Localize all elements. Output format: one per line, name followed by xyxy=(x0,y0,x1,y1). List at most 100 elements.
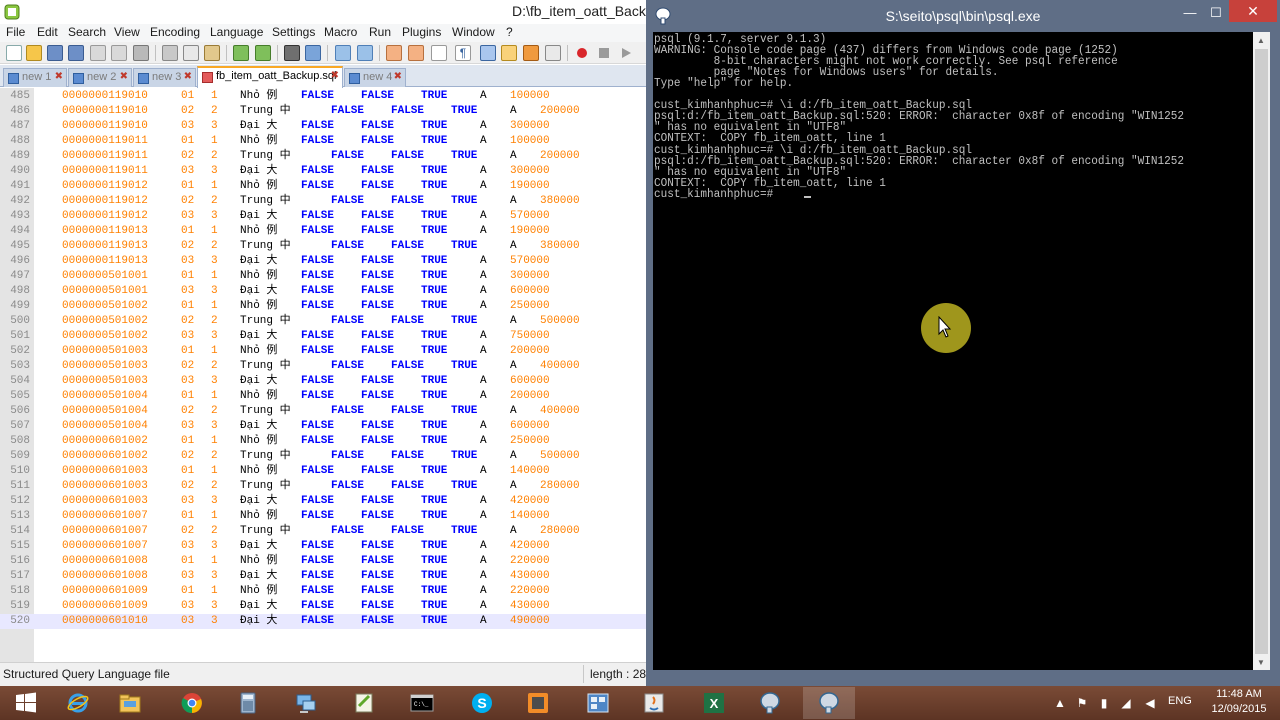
scroll-thumb[interactable] xyxy=(1255,49,1268,654)
minimize-button[interactable]: — xyxy=(1176,4,1204,22)
code-line[interactable]: 505 0000000501004 01 1 Nhỏ 例 FALSE FALSE TRUE A 2… xyxy=(0,389,646,404)
code-line[interactable]: 514 0000000601007 02 2 Trung 中 FALSE FALSE TRUE… xyxy=(0,524,646,539)
console-scrollbar[interactable]: ▲ ▼ xyxy=(1253,32,1270,670)
taskbar-network-manager[interactable] xyxy=(572,687,624,719)
code-line[interactable]: 499 0000000501002 01 1 Nhỏ 例 FALSE FALSE TRUE A 2… xyxy=(0,299,646,314)
taskbar-excel[interactable]: X xyxy=(688,687,740,719)
open-file-icon[interactable] xyxy=(26,45,42,61)
close-icon[interactable]: ✖ xyxy=(394,71,402,82)
code-line[interactable]: 513 0000000601007 01 1 Nhỏ 例 FALSE FALSE TRUE A 1… xyxy=(0,509,646,524)
language-icon[interactable] xyxy=(501,45,517,61)
code-line[interactable]: 502 0000000501003 01 1 Nhỏ 例 FALSE FALSE TRUE A 2… xyxy=(0,344,646,359)
code-line[interactable]: 500 0000000501002 02 2 Trung 中 FALSE FALSE TRUE… xyxy=(0,314,646,329)
code-line[interactable]: 508 0000000601002 01 1 Nhỏ 例 FALSE FALSE TRUE A 2… xyxy=(0,434,646,449)
scroll-down-icon[interactable]: ▼ xyxy=(1257,658,1265,667)
code-line[interactable]: 491 0000000119012 01 1 Nhỏ 例 FALSE FALSE TRUE A 1… xyxy=(0,179,646,194)
code-line[interactable]: 492 0000000119012 02 2 Trung 中 FALSE FALSE TRUE… xyxy=(0,194,646,209)
word-wrap-icon[interactable] xyxy=(431,45,447,61)
menu-edit[interactable]: Edit xyxy=(37,25,58,39)
find-icon[interactable] xyxy=(284,45,300,61)
tab-new-3[interactable]: new 3 ✖ xyxy=(133,68,196,87)
menu-help[interactable]: ? xyxy=(506,25,513,39)
tray-volume-icon[interactable]: ◀ xyxy=(1142,695,1158,711)
tray-battery-icon[interactable]: ▮ xyxy=(1096,695,1112,711)
new-file-icon[interactable] xyxy=(6,45,22,61)
menu-plugins[interactable]: Plugins xyxy=(402,25,441,39)
paste-icon[interactable] xyxy=(204,45,220,61)
menu-search[interactable]: Search xyxy=(68,25,106,39)
menu-encoding[interactable]: Encoding xyxy=(150,25,200,39)
code-line[interactable]: 519 0000000601009 03 3 Đại 大 FALSE FALSE TRUE A 4… xyxy=(0,599,646,614)
close-icon[interactable]: ✖ xyxy=(184,71,192,82)
close-icon[interactable]: ✖ xyxy=(55,71,63,82)
taskbar-skype[interactable]: S xyxy=(456,687,508,719)
tray-flag-icon[interactable]: ⚑ xyxy=(1074,695,1090,711)
show-all-chars-icon[interactable]: ¶ xyxy=(455,45,471,61)
code-line[interactable]: 504 0000000501003 03 3 Đại 大 FALSE FALSE TRUE A 6… xyxy=(0,374,646,389)
tray-date[interactable]: 12/09/2015 xyxy=(1206,703,1272,715)
code-line[interactable]: 490 0000000119011 03 3 Đại 大 FALSE FALSE TRUE A 3… xyxy=(0,164,646,179)
code-line[interactable]: 518 0000000601009 01 1 Nhỏ 例 FALSE FALSE TRUE A 2… xyxy=(0,584,646,599)
folder-as-workspace-icon[interactable] xyxy=(523,45,539,61)
tray-up-arrow-icon[interactable]: ▲ xyxy=(1052,695,1068,711)
taskbar-notepad-plus-plus[interactable] xyxy=(338,687,390,719)
code-line[interactable]: 509 0000000601002 02 2 Trung 中 FALSE FALSE TRUE… xyxy=(0,449,646,464)
menu-language[interactable]: Language xyxy=(210,25,263,39)
taskbar-sublime[interactable] xyxy=(512,687,564,719)
code-line[interactable]: 496 0000000119013 03 3 Đại 大 FALSE FALSE TRUE A 5… xyxy=(0,254,646,269)
save-all-icon[interactable] xyxy=(68,45,84,61)
start-button[interactable] xyxy=(0,687,52,719)
close-all-icon[interactable] xyxy=(111,45,127,61)
code-line[interactable]: 493 0000000119012 03 3 Đại 大 FALSE FALSE TRUE A 5… xyxy=(0,209,646,224)
taskbar-calculator[interactable] xyxy=(222,687,274,719)
menu-settings[interactable]: Settings xyxy=(272,25,315,39)
tab-new-4[interactable]: new 4 ✖ xyxy=(344,68,406,87)
sync-vertical-icon[interactable] xyxy=(386,45,402,61)
code-line[interactable]: 515 0000000601007 03 3 Đại 大 FALSE FALSE TRUE A 4… xyxy=(0,539,646,554)
tray-network-icon[interactable]: ◢ xyxy=(1118,695,1134,711)
menu-view[interactable]: View xyxy=(114,25,140,39)
indent-guide-icon[interactable] xyxy=(480,45,496,61)
tray-time[interactable]: 11:48 AM xyxy=(1206,688,1272,700)
taskbar-remote-desktop[interactable] xyxy=(280,687,332,719)
tab-fb-item-oatt-backup[interactable]: fb_item_oatt_Backup.sql ✖ xyxy=(197,66,343,88)
code-line[interactable]: 511 0000000601003 02 2 Trung 中 FALSE FALSE TRUE… xyxy=(0,479,646,494)
taskbar-command-prompt[interactable]: C:\_ xyxy=(396,687,448,719)
code-line[interactable]: 494 0000000119013 01 1 Nhỏ 例 FALSE FALSE TRUE A 1… xyxy=(0,224,646,239)
code-line[interactable]: 485 0000000119010 01 1 Nhỏ 例 FALSE FALSE TRUE A 1… xyxy=(0,89,646,104)
taskbar-postgresql-active[interactable] xyxy=(803,687,855,719)
close-file-icon[interactable] xyxy=(90,45,106,61)
close-icon[interactable]: ✖ xyxy=(120,71,128,82)
menu-window[interactable]: Window xyxy=(452,25,495,39)
editor-area[interactable]: 485 0000000119010 01 1 Nhỏ 例 FALSE FALSE TRUE A 1… xyxy=(0,88,646,662)
zoom-in-icon[interactable] xyxy=(335,45,351,61)
code-line[interactable]: 503 0000000501003 02 2 Trung 中 FALSE FALSE TRUE… xyxy=(0,359,646,374)
function-list-icon[interactable] xyxy=(545,45,561,61)
scroll-up-icon[interactable]: ▲ xyxy=(1257,36,1265,45)
code-line[interactable]: 507 0000000501004 03 3 Đại 大 FALSE FALSE TRUE A 6… xyxy=(0,419,646,434)
code-line[interactable]: 506 0000000501004 02 2 Trung 中 FALSE FALSE TRUE… xyxy=(0,404,646,419)
stop-macro-icon[interactable] xyxy=(596,45,612,61)
psql-titlebar[interactable]: S:\seito\psql\bin\psql.exe — ☐ ✕ xyxy=(646,0,1280,32)
taskbar-java[interactable] xyxy=(628,687,680,719)
tray-language[interactable]: ENG xyxy=(1168,695,1192,707)
code-line[interactable]: 488 0000000119011 01 1 Nhỏ 例 FALSE FALSE TRUE A 1… xyxy=(0,134,646,149)
maximize-button[interactable]: ☐ xyxy=(1202,4,1230,22)
close-button[interactable]: ✕ xyxy=(1229,0,1277,22)
code-line[interactable]: 516 0000000601008 01 1 Nhỏ 例 FALSE FALSE TRUE A 2… xyxy=(0,554,646,569)
notepad-titlebar[interactable]: D:\fb_item_oatt_Backu xyxy=(0,0,646,24)
taskbar-chrome[interactable] xyxy=(166,687,218,719)
code-line[interactable]: 498 0000000501001 03 3 Đại 大 FALSE FALSE TRUE A 6… xyxy=(0,284,646,299)
code-line[interactable]: 495 0000000119013 02 2 Trung 中 FALSE FALSE TRUE… xyxy=(0,239,646,254)
taskbar-file-explorer[interactable] xyxy=(104,687,156,719)
code-line[interactable]: 517 0000000601008 03 3 Đại 大 FALSE FALSE TRUE A 4… xyxy=(0,569,646,584)
menu-run[interactable]: Run xyxy=(369,25,391,39)
code-line[interactable]: 501 0000000501002 03 3 Đại 大 FALSE FALSE TRUE A 7… xyxy=(0,329,646,344)
play-macro-icon[interactable] xyxy=(618,45,634,61)
code-line[interactable]: 520 0000000601010 03 3 Đại 大 FALSE FALSE TRUE A 4… xyxy=(0,614,646,629)
zoom-out-icon[interactable] xyxy=(357,45,373,61)
tab-new-2[interactable]: new 2 ✖ xyxy=(68,68,132,87)
cut-icon[interactable] xyxy=(162,45,178,61)
tab-new-1[interactable]: new 1 ✖ xyxy=(3,68,67,87)
code-line[interactable]: 489 0000000119011 02 2 Trung 中 FALSE FALSE TRUE… xyxy=(0,149,646,164)
